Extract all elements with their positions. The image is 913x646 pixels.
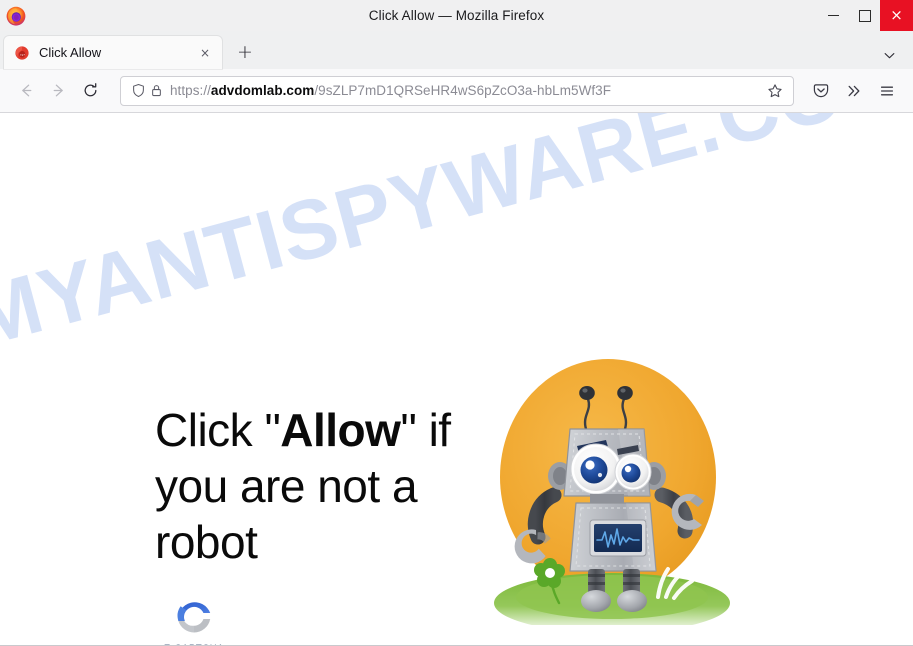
application-menu-button[interactable] (870, 76, 903, 106)
toolbar-right-group (804, 76, 903, 106)
tab-close-button[interactable]: × (196, 44, 214, 62)
star-icon (768, 83, 782, 97)
url-scheme: https:// (170, 83, 211, 98)
friendly-robot-mascot-illustration (478, 345, 746, 633)
forward-button[interactable] (42, 75, 74, 107)
window-title: Click Allow — Mozilla Firefox (368, 8, 545, 23)
maximize-button[interactable] (849, 0, 880, 31)
url-host: advdomlab.com (210, 83, 315, 98)
maximize-icon (858, 9, 871, 22)
e-captcha-c-logo-icon (172, 594, 216, 638)
pocket-button[interactable] (804, 76, 837, 106)
headline-emphasis: Allow (280, 404, 401, 456)
shield-icon[interactable] (129, 82, 147, 100)
padlock-icon[interactable] (147, 82, 165, 100)
tab-label: Click Allow (39, 45, 102, 60)
url-fade-overlay (729, 76, 761, 105)
tab-strip: Click Allow × + (0, 31, 913, 69)
back-button[interactable] (10, 75, 42, 107)
overflow-menu-button[interactable] (837, 76, 870, 106)
page-content-area: MYANTISPYWARE.COM Click "Allow" if you a… (0, 113, 913, 646)
bookmark-star-button[interactable] (763, 78, 787, 103)
new-tab-button[interactable]: + (230, 37, 260, 67)
minimize-button[interactable] (818, 0, 849, 31)
minimize-icon (828, 15, 839, 16)
title-bar: Click Allow — Mozilla Firefox × (0, 0, 913, 31)
chevron-double-right-icon (848, 85, 859, 96)
list-all-tabs-button[interactable] (882, 48, 897, 63)
url-bar[interactable]: https://advdomlab.com/9sZLP7mD1QRSeHR4wS… (120, 75, 794, 106)
close-icon: × (890, 6, 903, 24)
page-headline: Click "Allow" if you are not a robot (155, 402, 485, 570)
tab-click-allow[interactable]: Click Allow × (4, 36, 222, 69)
firefox-browser-window: Click Allow — Mozilla Firefox × Click Al… (0, 0, 913, 646)
headline-prefix: Click " (155, 404, 281, 456)
hamburger-menu-icon (880, 86, 893, 95)
chevron-down-icon (884, 53, 895, 59)
arrow-right-icon (53, 84, 63, 97)
reload-icon (84, 83, 96, 97)
url-path: /9sZLP7mD1QRSeHR4wS6pZcO3a-hbLm5Wf3F (314, 83, 612, 98)
e-captcha-badge: E-CAPTCHA (159, 594, 229, 645)
navigation-toolbar: https://advdomlab.com/9sZLP7mD1QRSeHR4wS… (0, 69, 913, 113)
window-controls: × (818, 0, 913, 31)
pocket-icon (813, 83, 828, 97)
arrow-left-icon (21, 84, 31, 97)
reload-button[interactable] (74, 75, 106, 107)
firefox-favicon-icon (14, 45, 30, 61)
firefox-logo-icon (5, 5, 27, 27)
url-text-container[interactable]: https://advdomlab.com/9sZLP7mD1QRSeHR4wS… (170, 76, 761, 105)
scam-page-body: Click "Allow" if you are not a robot (0, 113, 913, 645)
close-button[interactable]: × (880, 0, 913, 31)
